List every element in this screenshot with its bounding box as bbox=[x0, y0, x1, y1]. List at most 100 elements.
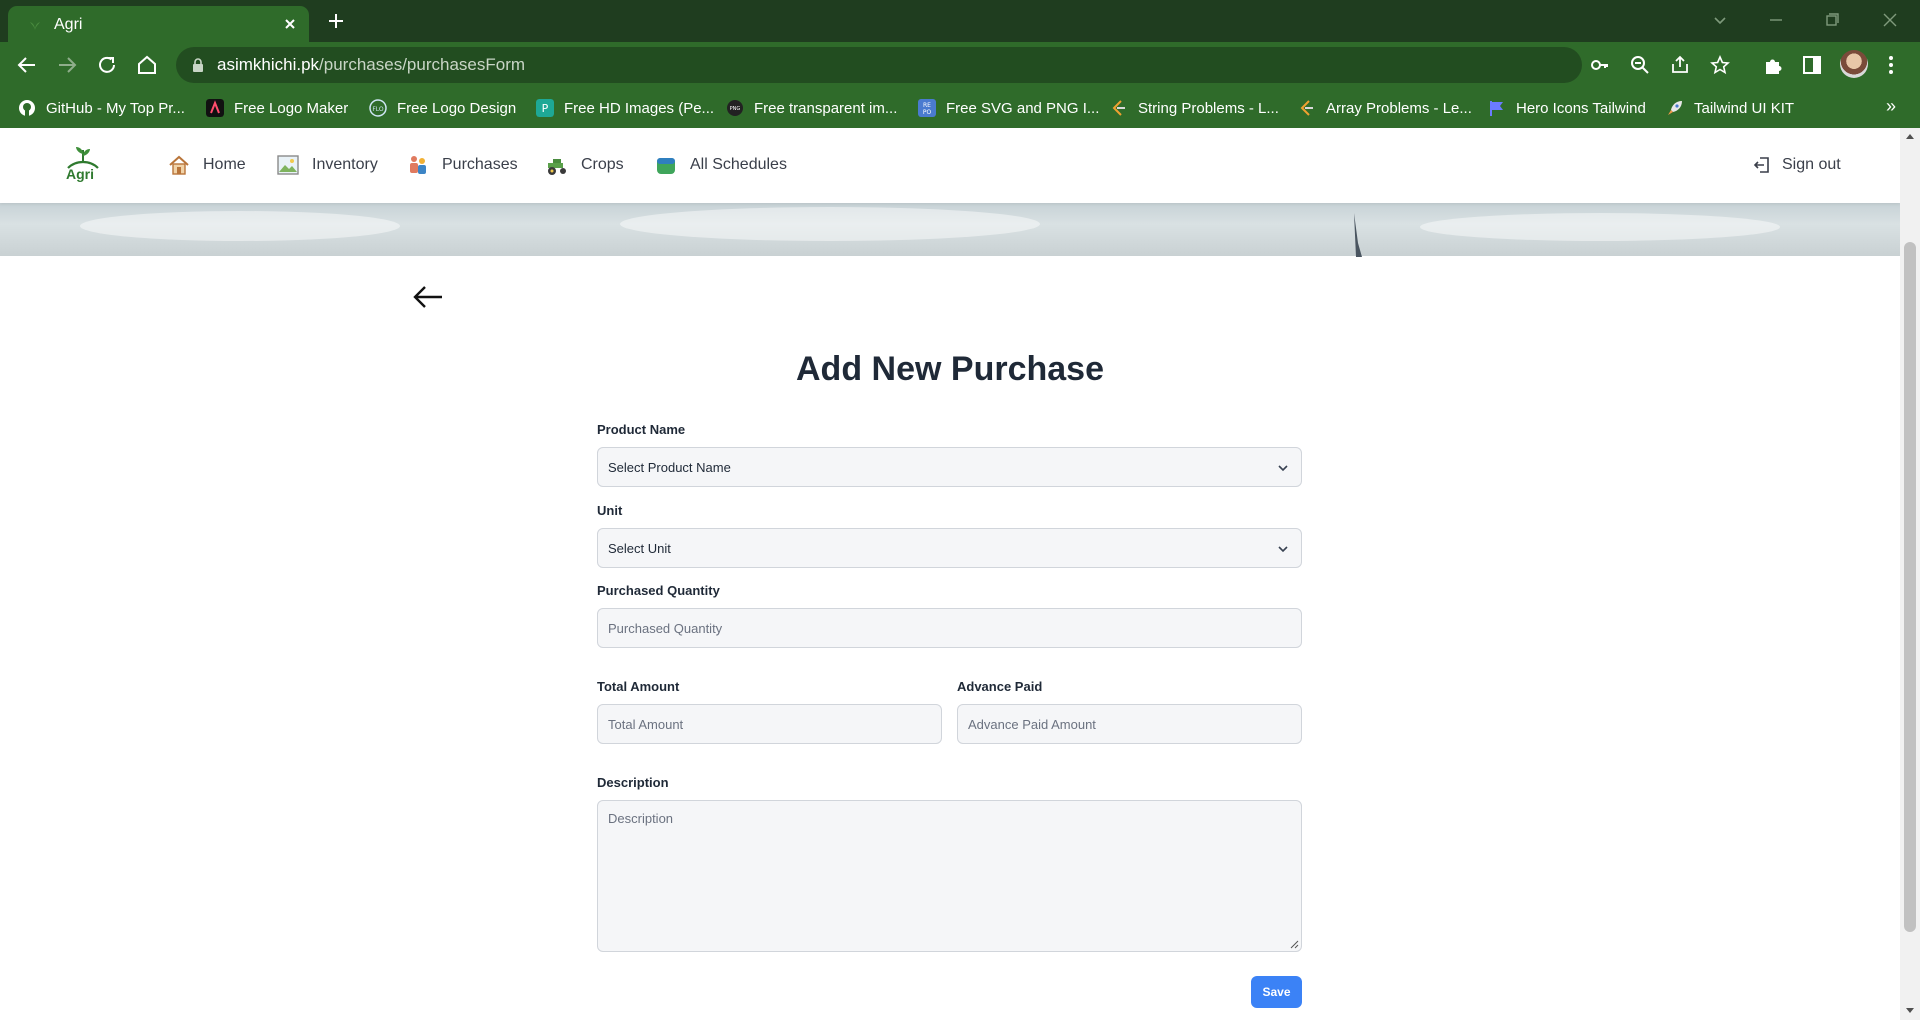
password-key-icon[interactable] bbox=[1590, 55, 1610, 75]
browser-tab-strip: Agri bbox=[0, 0, 1920, 42]
page-scrollbar[interactable] bbox=[1900, 128, 1920, 1020]
scrollbar-thumb[interactable] bbox=[1904, 242, 1916, 932]
home-icon[interactable] bbox=[135, 53, 159, 77]
nav-inventory[interactable]: Inventory bbox=[276, 150, 378, 180]
nav-crops[interactable]: Crops bbox=[545, 150, 624, 180]
lock-icon[interactable] bbox=[192, 58, 204, 72]
bookmark-tailwind-ui-kit[interactable]: Tailwind UI KIT bbox=[1666, 88, 1794, 128]
nav-home[interactable]: Home bbox=[167, 150, 246, 180]
total-amount-input[interactable]: Total Amount bbox=[597, 704, 942, 744]
extensions-puzzle-icon[interactable] bbox=[1762, 54, 1784, 76]
pexels-icon: P bbox=[536, 99, 554, 117]
side-panel-icon[interactable] bbox=[1801, 54, 1823, 76]
bookmark-free-logo-design[interactable]: FLO Free Logo Design bbox=[369, 88, 516, 128]
bookmark-array-problems[interactable]: Array Problems - Le... bbox=[1298, 88, 1472, 128]
logo-text: Agri bbox=[66, 166, 94, 182]
bookmark-label: Free HD Images (Pe... bbox=[564, 99, 715, 117]
zoom-icon[interactable] bbox=[1630, 55, 1650, 75]
scroll-down-arrow-icon[interactable] bbox=[1906, 1008, 1914, 1013]
resize-handle-icon[interactable] bbox=[1289, 939, 1299, 949]
nav-all-schedules[interactable]: All Schedules bbox=[654, 150, 787, 180]
url-path: /purchases/purchasesForm bbox=[319, 55, 526, 74]
purchased-quantity-placeholder: Purchased Quantity bbox=[608, 620, 723, 636]
nav-purchases-label: Purchases bbox=[442, 156, 518, 173]
sign-out-button[interactable]: Sign out bbox=[1752, 150, 1841, 180]
back-icon[interactable] bbox=[15, 53, 39, 77]
bookmark-hero-icons[interactable]: Hero Icons Tailwind bbox=[1488, 88, 1646, 128]
url-domain: asimkhichi.pk bbox=[217, 55, 320, 74]
bookmark-github[interactable]: GitHub - My Top Pr... bbox=[18, 88, 185, 128]
description-label: Description bbox=[597, 775, 669, 790]
logo-maker-icon bbox=[206, 99, 224, 117]
github-icon bbox=[19, 100, 35, 116]
page-viewport: Agri Home Inventory Purchases Crops All … bbox=[0, 128, 1900, 1020]
unit-select[interactable]: Select Unit bbox=[597, 528, 1302, 568]
reload-icon[interactable] bbox=[95, 53, 119, 77]
bookmark-label: Tailwind UI KIT bbox=[1694, 99, 1795, 117]
product-name-value: Select Product Name bbox=[608, 459, 731, 475]
purchased-quantity-label: Purchased Quantity bbox=[597, 583, 720, 598]
nav-home-label: Home bbox=[203, 156, 246, 173]
browser-tab-active[interactable]: Agri bbox=[8, 6, 309, 42]
new-tab-icon[interactable] bbox=[326, 11, 346, 31]
png-icon: PNG bbox=[727, 100, 743, 116]
unit-label: Unit bbox=[597, 503, 623, 518]
bookmark-string-problems[interactable]: String Problems - L... bbox=[1110, 88, 1279, 128]
bookmarks-overflow-button[interactable]: » bbox=[1886, 96, 1896, 117]
rocket-icon bbox=[1668, 101, 1682, 115]
svg-text:PO: PO bbox=[923, 109, 932, 116]
scroll-up-arrow-icon[interactable] bbox=[1906, 134, 1914, 139]
share-icon[interactable] bbox=[1670, 55, 1690, 75]
tractor-icon bbox=[548, 159, 566, 175]
unit-value: Select Unit bbox=[608, 540, 671, 556]
nav-purchases[interactable]: Purchases bbox=[406, 150, 518, 180]
minimize-icon[interactable] bbox=[1766, 10, 1786, 30]
house-icon bbox=[169, 155, 189, 175]
restore-icon[interactable] bbox=[1822, 10, 1842, 30]
people-icon bbox=[410, 156, 426, 174]
bookmark-label: Hero Icons Tailwind bbox=[1516, 99, 1646, 117]
bookmark-star-icon[interactable] bbox=[1710, 55, 1730, 75]
flag-icon bbox=[1490, 101, 1503, 116]
bookmark-label: Free SVG and PNG I... bbox=[946, 99, 1100, 117]
back-arrow-icon[interactable] bbox=[412, 284, 444, 310]
browser-toolbar: asimkhichi.pk/purchases/purchasesForm bbox=[0, 42, 1920, 88]
url-text[interactable]: asimkhichi.pk/purchases/purchasesForm bbox=[217, 55, 525, 75]
chrome-menu-icon[interactable] bbox=[1880, 54, 1902, 76]
product-name-label: Product Name bbox=[597, 422, 686, 437]
bookmark-free-transparent-images[interactable]: PNG Free transparent im... bbox=[726, 88, 897, 128]
tab-title: Agri bbox=[54, 16, 83, 33]
forward-icon[interactable] bbox=[55, 53, 79, 77]
close-window-icon[interactable] bbox=[1880, 10, 1900, 30]
advance-paid-label: Advance Paid bbox=[957, 679, 1043, 694]
nav-inventory-label: Inventory bbox=[312, 156, 378, 173]
close-tab-icon[interactable] bbox=[282, 16, 298, 32]
advance-paid-input[interactable]: Advance Paid Amount bbox=[957, 704, 1302, 744]
bookmark-free-hd-images[interactable]: P Free HD Images (Pe... bbox=[536, 88, 714, 128]
total-amount-placeholder: Total Amount bbox=[608, 716, 684, 732]
bookmark-free-logo-maker[interactable]: Free Logo Maker bbox=[206, 88, 348, 128]
app-navbar: Agri Home Inventory Purchases Crops All … bbox=[0, 128, 1900, 203]
svg-text:FLO: FLO bbox=[372, 106, 384, 113]
svgrepo-icon: REPO bbox=[918, 99, 936, 117]
save-button[interactable]: Save bbox=[1251, 976, 1302, 1008]
address-bar[interactable]: asimkhichi.pk/purchases/purchasesForm bbox=[176, 47, 1730, 83]
description-placeholder: Description bbox=[608, 811, 674, 826]
bookmark-free-svg-png[interactable]: RE PO Free SVG and PNG I... bbox=[918, 88, 1099, 128]
nav-all-schedules-label: All Schedules bbox=[690, 156, 787, 173]
purchased-quantity-input[interactable]: Purchased Quantity bbox=[597, 608, 1302, 648]
bookmark-label: Free transparent im... bbox=[754, 99, 898, 117]
bookmark-label: Free Logo Maker bbox=[234, 99, 349, 117]
leetcode-icon bbox=[1300, 100, 1313, 116]
tab-search-icon[interactable] bbox=[1710, 10, 1730, 30]
page-title: Add New Purchase bbox=[796, 350, 1104, 388]
nav-crops-label: Crops bbox=[581, 156, 624, 173]
bookmark-label: Array Problems - Le... bbox=[1326, 99, 1472, 117]
profile-avatar[interactable] bbox=[1840, 50, 1868, 78]
description-textarea[interactable]: Description bbox=[597, 800, 1302, 952]
product-name-select[interactable]: Select Product Name bbox=[597, 447, 1302, 487]
svg-text:PNG: PNG bbox=[730, 106, 741, 112]
bookmark-label: GitHub - My Top Pr... bbox=[46, 99, 185, 117]
bookmark-label: String Problems - L... bbox=[1138, 99, 1279, 117]
windmill-silhouette-icon bbox=[1354, 213, 1362, 257]
